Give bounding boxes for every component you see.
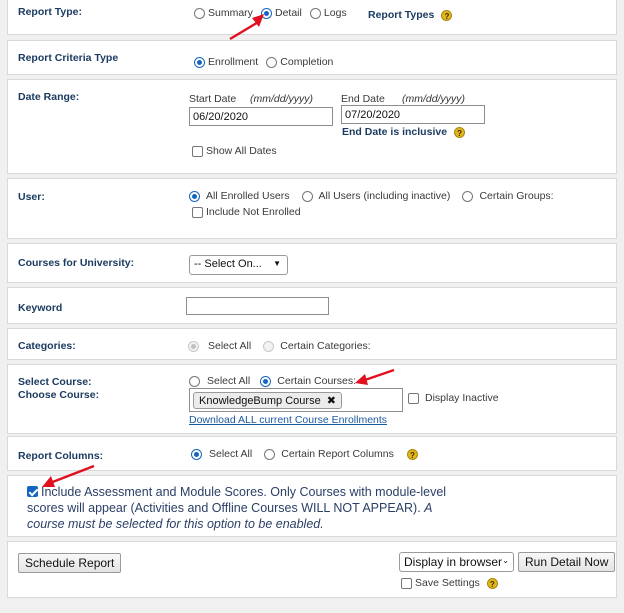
course-multiselect[interactable]: KnowledgeBump Course ✖ [189, 388, 403, 412]
end-date-help-icon[interactable]: ? [454, 126, 466, 138]
report-types-label: Report Types [368, 9, 435, 22]
columns-select-all-label: Select All [209, 448, 253, 461]
user-certain-groups-radio[interactable] [462, 190, 474, 202]
criteria-completion-radio[interactable] [266, 56, 278, 68]
columns-select-all-radio[interactable] [191, 448, 202, 460]
categories-select-all-radio[interactable] [188, 340, 199, 352]
categories-select-all-label: Select All [208, 340, 252, 353]
date-range-panel: Date Range: Start Date (mm/dd/yyyy) End … [7, 79, 617, 174]
save-settings-checkbox[interactable] [401, 577, 412, 589]
arrow-assessment-annotation-icon [42, 464, 95, 487]
report-type-panel: Report Type: Summary Detail Logs Report … [7, 0, 617, 35]
courses-for-university-value: -- Select On... [194, 258, 262, 270]
criteria-type-panel: Report Criteria Type Enrollment Completi… [7, 40, 617, 75]
choose-course-label: Choose Course: [18, 389, 100, 401]
display-inactive-checkbox[interactable] [408, 392, 419, 404]
display-mode-value: Display in browser [404, 555, 503, 569]
course-select-all-label: Select All [207, 375, 251, 388]
report-columns-help-icon[interactable]: ? [406, 448, 418, 460]
save-settings-label: Save Settings [415, 577, 480, 590]
columns-certain-radio[interactable] [264, 448, 276, 460]
categories-label: Categories: [18, 340, 76, 352]
courses-for-university-select[interactable]: -- Select On... ▼ [189, 255, 288, 275]
course-chip-label: KnowledgeBump Course [199, 395, 321, 407]
course-chip[interactable]: KnowledgeBump Course ✖ [193, 392, 342, 409]
report-type-summary-radio[interactable] [194, 7, 205, 19]
criteria-enrollment-label: Enrollment [208, 56, 259, 69]
categories-certain-label: Certain Categories: [280, 340, 371, 353]
keyword-panel: Keyword [7, 287, 617, 324]
display-mode-select[interactable]: Display in browser ⌄ [399, 552, 514, 572]
courses-for-university-panel: Courses for University: -- Select On... … [7, 243, 617, 283]
user-all-users-label: All Users (including inactive) [318, 190, 451, 203]
end-date-format: (mm/dd/yyyy) [402, 93, 465, 105]
arrow-certain-courses-annotation-icon [355, 368, 395, 385]
user-certain-groups-label: Certain Groups: [479, 190, 554, 203]
select-course-label: Select Course: [18, 376, 92, 388]
report-types-help-icon[interactable]: ? [441, 9, 453, 21]
download-enrollments-link[interactable]: Download ALL current Course Enrollments [189, 414, 387, 426]
actions-panel: Schedule Report Display in browser ⌄ Run… [7, 541, 617, 598]
criteria-completion-label: Completion [280, 56, 334, 69]
user-all-users-radio[interactable] [301, 190, 313, 202]
show-all-dates-label: Show All Dates [206, 145, 277, 158]
keyword-label: Keyword [18, 302, 63, 314]
start-date-label: Start Date [189, 93, 237, 105]
end-date-inclusive-note: End Date is inclusive [342, 126, 448, 139]
report-type-label: Report Type: [18, 6, 82, 18]
columns-certain-label: Certain Report Columns [281, 448, 394, 461]
user-all-enrolled-label: All Enrolled Users [206, 190, 290, 203]
user-panel: User: All Enrolled Users All Users (incl… [7, 178, 617, 239]
categories-panel: Categories: Select All Certain Categorie… [7, 328, 617, 360]
chevron-down-icon: ⌄ [502, 556, 509, 565]
criteria-enrollment-radio[interactable] [194, 56, 205, 68]
keyword-input[interactable] [186, 297, 329, 315]
save-settings-help-icon[interactable]: ? [486, 577, 498, 589]
criteria-type-label: Report Criteria Type [18, 52, 119, 64]
include-assessment-checkbox[interactable] [27, 486, 38, 497]
report-type-logs-label: Logs [323, 7, 347, 20]
start-date-input[interactable] [189, 107, 333, 126]
arrow-detail-annotation-icon [229, 14, 264, 41]
include-not-enrolled-checkbox[interactable] [192, 206, 203, 218]
report-type-detail-label: Detail [275, 7, 302, 20]
course-certain-label: Certain Courses: [277, 375, 357, 388]
categories-certain-radio[interactable] [263, 340, 275, 352]
report-type-logs-radio[interactable] [309, 7, 321, 19]
course-certain-radio[interactable] [260, 375, 272, 387]
course-select-all-radio[interactable] [189, 375, 200, 387]
chevron-down-icon: ▼ [273, 259, 281, 268]
schedule-report-button[interactable]: Schedule Report [18, 553, 122, 573]
end-date-label: End Date [341, 93, 385, 105]
include-not-enrolled-label: Include Not Enrolled [206, 206, 301, 219]
report-columns-panel: Report Columns: Select All Certain Repor… [7, 436, 617, 471]
remove-icon[interactable]: ✖ [327, 395, 336, 407]
course-panel: Select Course: Choose Course: Select All… [7, 364, 617, 434]
user-label: User: [18, 191, 45, 203]
assessment-panel: Include Assessment and Module Scores. On… [7, 475, 617, 537]
end-date-input[interactable] [341, 105, 485, 124]
user-all-enrolled-radio[interactable] [189, 190, 200, 202]
date-range-label: Date Range: [18, 91, 80, 103]
display-inactive-label: Display Inactive [425, 392, 499, 405]
courses-for-university-label: Courses for University: [18, 257, 135, 269]
start-date-format: (mm/dd/yyyy) [250, 93, 313, 105]
report-columns-label: Report Columns: [18, 450, 104, 462]
show-all-dates-checkbox[interactable] [192, 145, 203, 157]
run-detail-now-button[interactable]: Run Detail Now [518, 552, 616, 572]
